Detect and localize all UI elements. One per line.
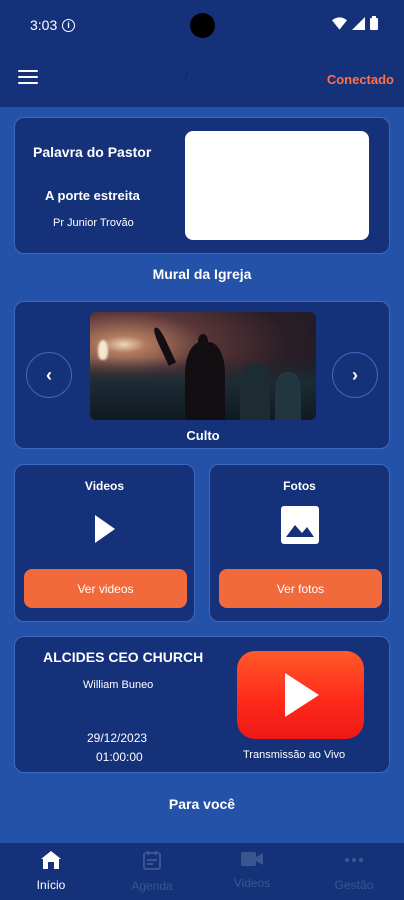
mural-caption: Culto — [186, 428, 220, 443]
youtube-play-icon — [284, 673, 319, 717]
preacher-name: William Buneo — [83, 679, 154, 691]
youtube-play-button[interactable] — [237, 651, 364, 739]
crowd-figure — [240, 364, 270, 420]
photos-card: Fotos Ver fotos — [209, 464, 390, 622]
image-icon — [280, 506, 319, 544]
crowd-figure — [275, 372, 301, 420]
live-caption: Transmissão ao Vivo — [243, 749, 346, 761]
logo — [184, 70, 194, 80]
app-bar: Conectado — [0, 52, 404, 107]
live-date: 29/12/2023 — [87, 731, 148, 745]
video-camera-icon — [241, 852, 263, 866]
videos-card: Videos Ver videos — [14, 464, 195, 622]
mural-carousel: ‹ › Culto — [14, 301, 390, 449]
nav-label-agenda: Agenda — [131, 879, 173, 893]
nav-item-management[interactable]: Gestão — [314, 851, 394, 892]
signal-icon — [352, 16, 365, 30]
hand — [198, 334, 208, 348]
nav-item-videos[interactable]: Videos — [212, 851, 292, 890]
battery-icon — [370, 16, 378, 30]
nav-label-videos: Videos — [233, 876, 271, 890]
view-videos-button[interactable]: Ver videos — [24, 569, 187, 608]
play-icon — [94, 515, 115, 543]
status-icons — [332, 16, 378, 30]
bottom-navigation: Início Agenda Videos Gestão — [0, 843, 404, 900]
home-icon — [41, 851, 61, 869]
mural-image[interactable] — [90, 312, 316, 420]
live-time: 01:00:00 — [96, 750, 143, 764]
nav-label-management: Gestão — [334, 878, 374, 892]
carousel-prev-button[interactable]: ‹ — [26, 352, 72, 398]
sermon-title: A porte estreita — [45, 188, 140, 203]
photos-card-title: Fotos — [283, 479, 316, 493]
camera-cutout — [190, 13, 215, 38]
nav-item-agenda[interactable]: Agenda — [112, 851, 192, 893]
nav-label-home: Início — [36, 878, 66, 892]
pastor-word-card[interactable]: Palavra do Pastor A porte estreita Pr Ju… — [14, 117, 390, 254]
calendar-icon — [143, 851, 161, 870]
pastor-card-title: Palavra do Pastor — [33, 144, 152, 160]
videos-card-title: Videos — [84, 479, 125, 493]
carousel-next-button[interactable]: › — [332, 352, 378, 398]
more-icon — [344, 857, 364, 863]
for-you-title: Para você — [168, 796, 236, 812]
info-icon: i — [62, 19, 75, 32]
church-name: ALCIDES CEO CHURCH — [43, 649, 204, 665]
mural-title: Mural da Igreja — [152, 266, 252, 282]
nav-item-home[interactable]: Início — [11, 851, 91, 892]
connection-status[interactable]: Conectado — [327, 72, 394, 87]
worshipper-figure — [185, 342, 225, 420]
live-stream-card[interactable]: ALCIDES CEO CHURCH William Buneo 29/12/2… — [14, 636, 390, 773]
status-bar: 3:03 i — [0, 0, 404, 52]
light-flare — [98, 340, 108, 360]
menu-icon[interactable] — [18, 70, 38, 86]
sermon-author: Pr Junior Trovão — [53, 217, 134, 229]
pastor-image — [185, 131, 369, 240]
view-photos-button[interactable]: Ver fotos — [219, 569, 382, 608]
wifi-icon — [332, 16, 347, 30]
status-time: 3:03 — [30, 17, 58, 33]
